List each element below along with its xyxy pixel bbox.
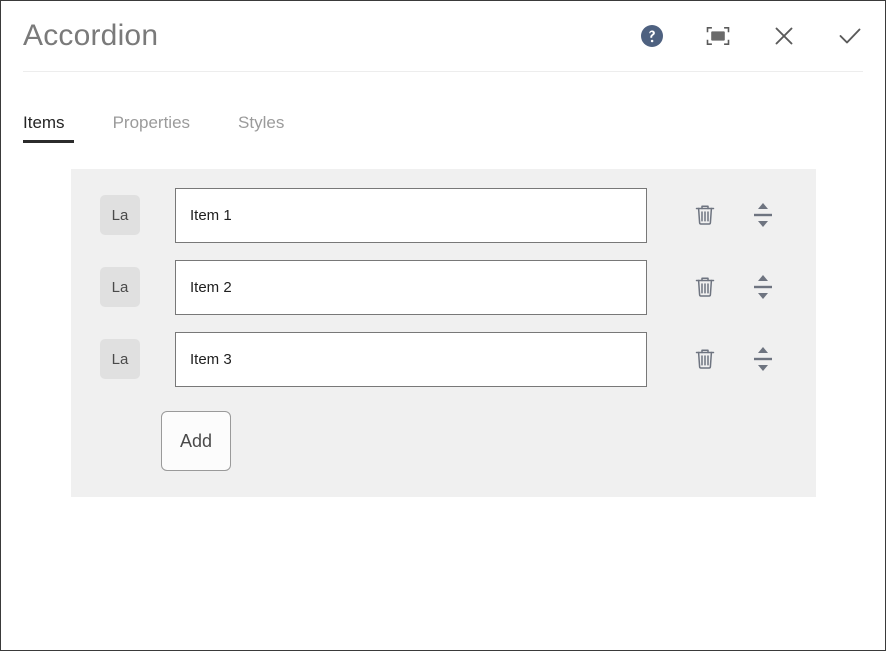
tab-bar: Items Properties Styles	[1, 101, 885, 143]
reorder-vertical-icon[interactable]	[749, 344, 777, 374]
item-row: La	[71, 187, 816, 243]
item-row-actions	[691, 200, 777, 230]
accordion-editor-window: Accordion Items Properties Styles La Ite…	[0, 0, 886, 651]
tab-properties-label: Properties	[112, 113, 191, 132]
tab-properties[interactable]: Properties	[91, 114, 216, 143]
items-panel: La Item 1 La Item 2 La Item 3 Add	[71, 169, 816, 497]
item-label-badge[interactable]: La	[100, 267, 140, 307]
item-text-input[interactable]	[175, 331, 647, 387]
page-title: Accordion	[23, 19, 159, 52]
help-icon[interactable]	[637, 21, 667, 51]
item-row-actions	[691, 272, 777, 302]
tab-items[interactable]: Items	[23, 114, 91, 143]
item-text-input[interactable]	[175, 259, 647, 315]
add-item-button[interactable]: Add	[161, 411, 231, 471]
tab-active-underline	[23, 140, 74, 143]
reorder-vertical-icon[interactable]	[749, 272, 777, 302]
close-icon[interactable]	[769, 21, 799, 51]
item-row: La	[71, 259, 816, 315]
window-header: Accordion	[1, 1, 885, 72]
confirm-icon[interactable]	[835, 21, 865, 51]
delete-icon[interactable]	[691, 344, 719, 374]
item-row-actions	[691, 344, 777, 374]
reorder-vertical-icon[interactable]	[749, 200, 777, 230]
header-divider	[23, 71, 863, 72]
delete-icon[interactable]	[691, 200, 719, 230]
tab-items-label: Items	[23, 113, 65, 132]
delete-icon[interactable]	[691, 272, 719, 302]
tab-styles-label: Styles	[238, 113, 285, 132]
item-row: La	[71, 331, 816, 387]
maximize-icon[interactable]	[703, 21, 733, 51]
item-label-badge[interactable]: La	[100, 195, 140, 235]
item-text-input[interactable]	[175, 187, 647, 243]
tab-styles[interactable]: Styles	[216, 114, 310, 143]
add-button-wrap: Add	[71, 411, 816, 471]
item-label-badge[interactable]: La	[100, 339, 140, 379]
header-actions	[637, 1, 865, 71]
